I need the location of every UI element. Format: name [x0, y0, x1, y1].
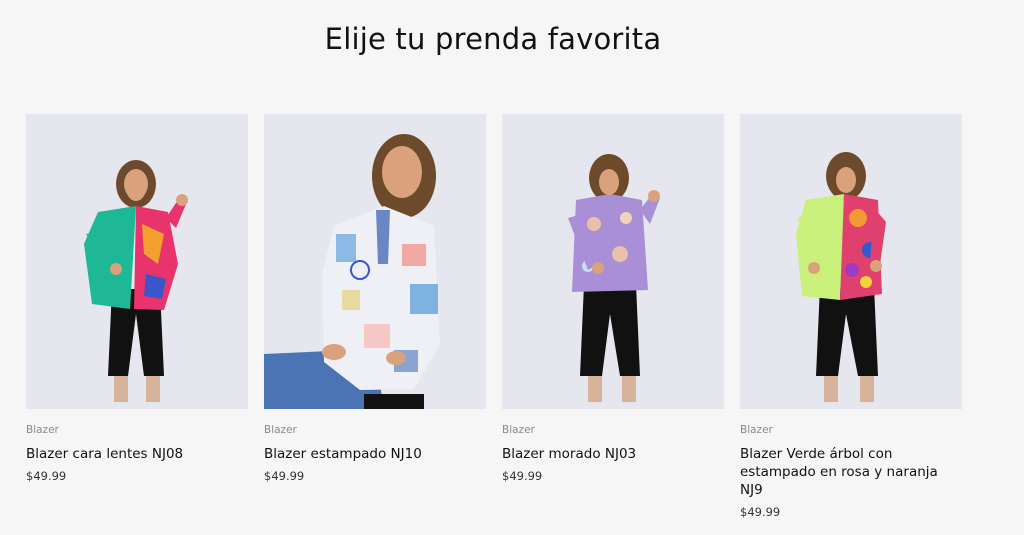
product-card[interactable]: Blazer Blazer morado NJ03 $49.99 — [502, 114, 724, 519]
product-title-link[interactable]: Blazer cara lentes NJ08 — [26, 445, 248, 463]
product-title-link[interactable]: Blazer estampado NJ10 — [264, 445, 486, 463]
product-image[interactable] — [502, 114, 724, 409]
product-grid: Blazer Blazer cara lentes NJ08 $49.99 Bl… — [26, 114, 986, 519]
product-price: $49.99 — [264, 469, 305, 483]
product-title-link[interactable]: Blazer Verde árbol con estampado en rosa… — [740, 445, 962, 499]
product-vendor: Blazer — [26, 424, 59, 436]
product-vendor: Blazer — [740, 424, 773, 436]
product-price: $49.99 — [502, 469, 543, 483]
product-image[interactable] — [740, 114, 962, 409]
product-title-link[interactable]: Blazer morado NJ03 — [502, 445, 724, 463]
section-heading: Elije tu prenda favorita — [324, 22, 662, 56]
product-image[interactable] — [26, 114, 248, 409]
product-vendor: Blazer — [264, 424, 297, 436]
product-collection-page: Elije tu prenda favorita Blazer Blazer c… — [0, 0, 1024, 535]
product-vendor: Blazer — [502, 424, 535, 436]
product-card[interactable]: Blazer Blazer Verde árbol con estampado … — [740, 114, 962, 519]
product-image[interactable] — [264, 114, 486, 409]
product-card[interactable]: Blazer Blazer cara lentes NJ08 $49.99 — [26, 114, 248, 519]
product-price: $49.99 — [740, 505, 781, 519]
product-card[interactable]: Blazer Blazer estampado NJ10 $49.99 — [264, 114, 486, 519]
product-price: $49.99 — [26, 469, 67, 483]
